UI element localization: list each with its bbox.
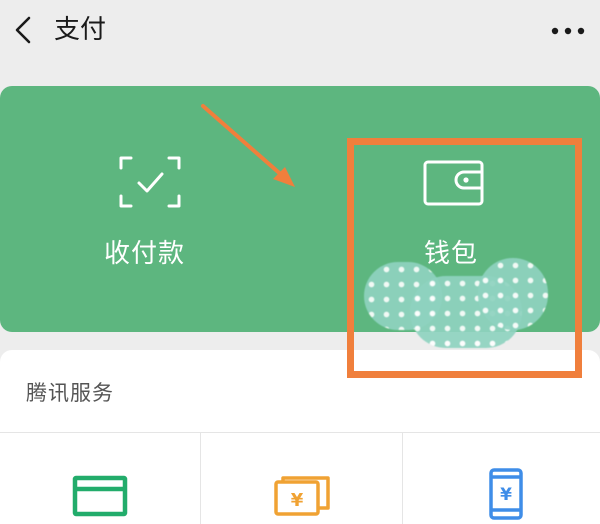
annotation-arrow [201,104,295,187]
section-title: 腾讯服务 [26,381,114,405]
service-tile-money-transfer[interactable]: ¥ [201,433,401,524]
phone-recharge-icon: ¥ [489,468,523,520]
page-title: 支付 [54,15,107,45]
wallet-button[interactable]: 钱包 [300,86,600,332]
card-repay-icon [72,475,128,517]
service-tile-card-repay[interactable] [0,433,200,524]
svg-text:¥: ¥ [500,485,512,505]
back-button[interactable] [6,12,42,48]
service-tile-phone-recharge[interactable]: ¥ [403,433,600,524]
top-bar: 支付 [0,0,600,64]
receive-pay-label: 收付款 [104,239,186,269]
more-button[interactable] [548,14,588,48]
more-dots-icon [551,27,585,35]
chevron-left-icon [15,16,31,44]
wallet-icon [423,160,484,206]
wallet-label: 钱包 [424,239,479,269]
tencent-services-section: 腾讯服务 ¥ ¥ [0,350,600,524]
money-transfer-icon: ¥ [274,476,330,516]
svg-text:¥: ¥ [291,490,304,511]
scan-check-icon [119,156,181,208]
